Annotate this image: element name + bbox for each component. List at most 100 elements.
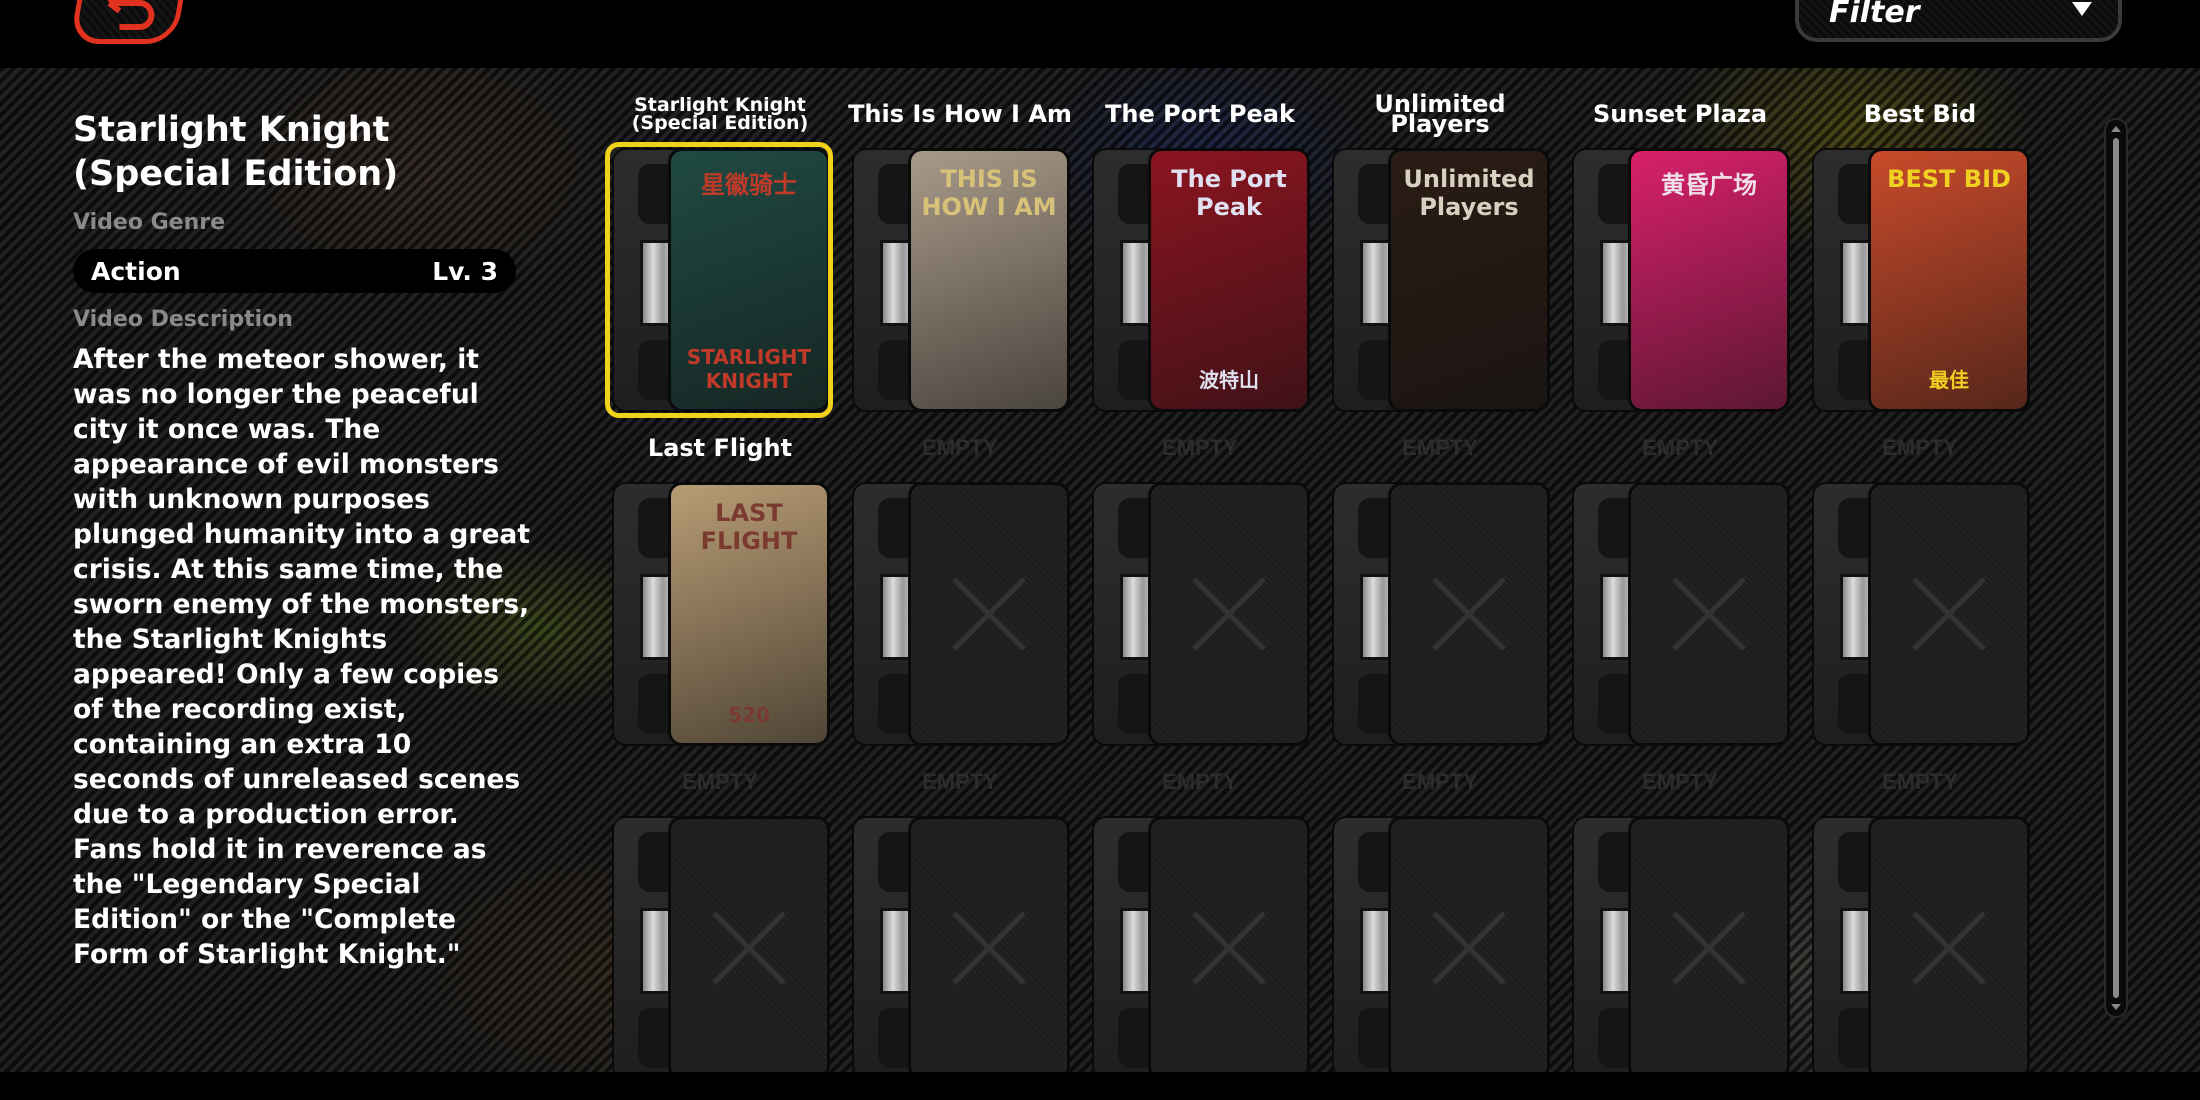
empty-tape-slot[interactable]: EMPTY bbox=[1088, 424, 1328, 758]
vhs-tape: THIS IS HOW I AM bbox=[852, 148, 1070, 412]
tape-slot[interactable]: Last Flight LAST FLIGHT 520 bbox=[608, 424, 848, 758]
cover-art: 星徽骑士 STARLIGHT KNIGHT bbox=[668, 148, 830, 412]
cover-art: BEST BID 最佳 bbox=[1868, 148, 2030, 412]
tape-title: EMPTY bbox=[1162, 435, 1238, 460]
empty-cover bbox=[1868, 482, 2030, 746]
scroll-up-icon[interactable] bbox=[2111, 126, 2121, 132]
empty-cover bbox=[1868, 816, 2030, 1072]
empty-tape-slot[interactable]: EMPTY bbox=[848, 424, 1088, 758]
cover-title-text: The Port Peak bbox=[1171, 165, 1287, 221]
bottom-bar bbox=[0, 1072, 2200, 1100]
genre-pill: Action Lv. 3 bbox=[73, 249, 516, 293]
empty-tape-slot[interactable]: EMPTY bbox=[848, 758, 1088, 1072]
tape-title: Sunset Plaza bbox=[1592, 100, 1768, 128]
empty-tape-slot[interactable]: EMPTY bbox=[1568, 424, 1808, 758]
empty-tape-slot[interactable]: EMPTY bbox=[1328, 424, 1568, 758]
empty-x-icon bbox=[952, 577, 1026, 651]
filter-label: Filter bbox=[1829, 0, 1920, 30]
vhs-tape bbox=[1092, 816, 1310, 1072]
genre-label: Video Genre bbox=[73, 210, 226, 235]
empty-x-icon bbox=[1912, 911, 1986, 985]
tape-title: EMPTY bbox=[1402, 769, 1478, 794]
vhs-tape bbox=[612, 816, 830, 1072]
empty-tape-slot[interactable]: EMPTY bbox=[1808, 758, 2048, 1072]
empty-tape-slot[interactable]: EMPTY bbox=[1088, 758, 1328, 1072]
tape-slot[interactable]: Starlight Knight (Special Edition) 星徽骑士 ST… bbox=[605, 90, 848, 424]
cover-subtitle-text: 520 bbox=[728, 703, 770, 727]
scroll-down-icon[interactable] bbox=[2111, 1004, 2121, 1010]
scrollbar[interactable] bbox=[2104, 118, 2128, 1018]
tape-title: The Port Peak bbox=[1105, 100, 1295, 128]
vhs-tape bbox=[1572, 816, 1790, 1072]
empty-cover bbox=[1388, 816, 1550, 1072]
vhs-tape: BEST BID 最佳 bbox=[1812, 148, 2030, 412]
tape-title: EMPTY bbox=[922, 435, 998, 460]
empty-tape-slot[interactable]: EMPTY bbox=[1568, 758, 1808, 1072]
cover-art: THIS IS HOW I AM bbox=[908, 148, 1070, 412]
vhs-tape bbox=[1572, 482, 1790, 746]
cover-title-text: LAST FLIGHT bbox=[700, 499, 798, 555]
vhs-tape bbox=[1332, 816, 1550, 1072]
cover-art: 黄昏广场 bbox=[1628, 148, 1790, 412]
tape-title: EMPTY bbox=[1402, 435, 1478, 460]
tape-slot[interactable]: Best Bid BEST BID 最佳 bbox=[1808, 90, 2048, 424]
tape-title: EMPTY bbox=[1162, 769, 1238, 794]
cover-title-text: 黄昏广场 bbox=[1661, 171, 1757, 199]
tape-title: EMPTY bbox=[1642, 435, 1718, 460]
video-description: After the meteor shower, it was no longe… bbox=[73, 344, 530, 970]
empty-x-icon bbox=[1432, 911, 1506, 985]
empty-x-icon bbox=[1192, 911, 1266, 985]
empty-cover bbox=[1148, 482, 1310, 746]
scrollbar-thumb[interactable] bbox=[2113, 138, 2119, 998]
cover-art: LAST FLIGHT 520 bbox=[668, 482, 830, 746]
filter-dropdown[interactable]: Filter bbox=[1795, 0, 2122, 42]
genre-level: Lv. 3 bbox=[432, 256, 498, 286]
tape-title: This Is How I Am bbox=[848, 100, 1072, 128]
video-details-panel: Starlight Knight (Special Edition) Video… bbox=[73, 108, 533, 972]
empty-tape-slot[interactable]: EMPTY bbox=[1328, 758, 1568, 1072]
tape-title: EMPTY bbox=[1642, 769, 1718, 794]
video-title: Starlight Knight (Special Edition) bbox=[73, 110, 399, 194]
empty-x-icon bbox=[1672, 911, 1746, 985]
tape-slot[interactable]: The Port Peak The Port Peak 波特山 bbox=[1088, 90, 1328, 424]
tape-title: Last Flight bbox=[647, 434, 793, 462]
caret-down-icon bbox=[2072, 2, 2092, 16]
cover-title-text: BEST BID bbox=[1887, 165, 2011, 193]
cover-subtitle-text: STARLIGHT KNIGHT bbox=[686, 345, 812, 393]
vhs-tape: 黄昏广场 bbox=[1572, 148, 1790, 412]
tape-slot[interactable]: Unlimited Players Unlimited Players bbox=[1328, 90, 1568, 424]
vhs-tape: 星徽骑士 STARLIGHT KNIGHT bbox=[612, 148, 830, 412]
empty-x-icon bbox=[952, 911, 1026, 985]
cover-title-text: 星徽骑士 bbox=[701, 171, 797, 199]
back-arrow-icon bbox=[107, 0, 155, 30]
tape-title: Unlimited Players bbox=[1374, 90, 1506, 138]
empty-cover bbox=[1628, 482, 1790, 746]
tape-title: EMPTY bbox=[922, 769, 998, 794]
empty-tape-slot[interactable]: EMPTY bbox=[1808, 424, 2048, 758]
vhs-tape bbox=[1092, 482, 1310, 746]
vhs-tape: Unlimited Players bbox=[1332, 148, 1550, 412]
vhs-tape: The Port Peak 波特山 bbox=[1092, 148, 1310, 412]
vhs-tape bbox=[852, 482, 1070, 746]
cover-title-text: THIS IS HOW I AM bbox=[921, 165, 1057, 221]
empty-cover bbox=[1388, 482, 1550, 746]
cover-art: Unlimited Players bbox=[1388, 148, 1550, 412]
top-bar: Filter bbox=[0, 0, 2200, 68]
cover-title-text: Unlimited Players bbox=[1403, 165, 1535, 221]
empty-x-icon bbox=[712, 911, 786, 985]
empty-x-icon bbox=[1192, 577, 1266, 651]
vhs-tape bbox=[1812, 816, 2030, 1072]
empty-x-icon bbox=[1912, 577, 1986, 651]
tape-slot[interactable]: Sunset Plaza 黄昏广场 bbox=[1568, 90, 1808, 424]
vhs-tape bbox=[1812, 482, 2030, 746]
empty-cover bbox=[908, 482, 1070, 746]
cover-art: The Port Peak 波特山 bbox=[1148, 148, 1310, 412]
vhs-tape bbox=[852, 816, 1070, 1072]
empty-tape-slot[interactable]: EMPTY bbox=[608, 758, 848, 1072]
empty-cover bbox=[1628, 816, 1790, 1072]
tape-slot[interactable]: This Is How I Am THIS IS HOW I AM bbox=[848, 90, 1088, 424]
tape-shelf-screen: Starlight Knight (Special Edition) Video… bbox=[0, 68, 2200, 1072]
back-button[interactable] bbox=[69, 0, 189, 44]
tape-grid: Starlight Knight (Special Edition) 星徽骑士 ST… bbox=[605, 90, 2048, 1072]
cover-subtitle-text: 波特山 bbox=[1199, 368, 1259, 392]
